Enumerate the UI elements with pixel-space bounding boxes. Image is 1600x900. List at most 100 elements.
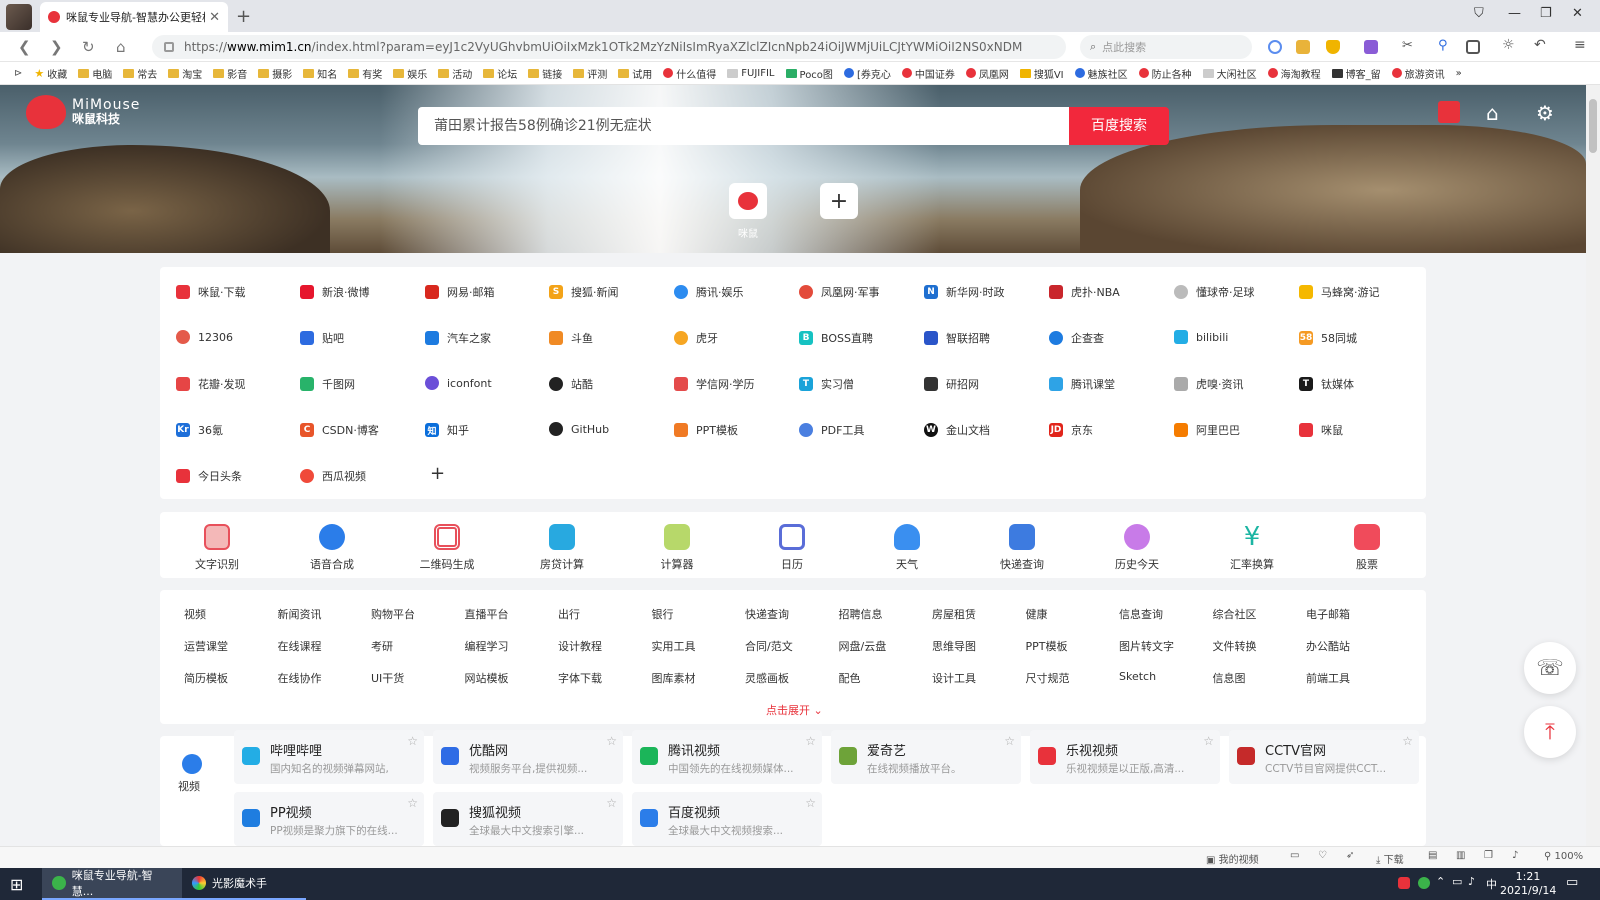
- favorite-star-icon[interactable]: ☆: [606, 734, 617, 748]
- site-link[interactable]: 斗鱼: [549, 330, 593, 346]
- video-site-card[interactable]: PP视频 PP视频是聚力旗下的在线... ☆: [234, 792, 424, 846]
- brightness-icon[interactable]: ☼: [1502, 37, 1516, 53]
- category-link[interactable]: 设计教程: [558, 638, 602, 654]
- category-link[interactable]: 信息查询: [1119, 606, 1163, 622]
- tool-mortgage[interactable]: 房贷计算: [517, 524, 607, 572]
- ime-indicator[interactable]: 中: [1486, 876, 1497, 892]
- bookmark-item[interactable]: 摄影: [258, 66, 292, 81]
- site-link[interactable]: 汽车之家: [425, 330, 491, 346]
- site-link[interactable]: 花瓣·发现: [176, 376, 246, 392]
- close-window-icon[interactable]: ✕: [1572, 6, 1583, 21]
- site-link[interactable]: 千图网: [300, 376, 355, 392]
- bookmark-item[interactable]: 电脑: [78, 66, 112, 81]
- network-icon[interactable]: ▭: [1452, 875, 1462, 888]
- undo-icon[interactable]: ↶: [1534, 37, 1548, 53]
- site-link[interactable]: B BOSS直聘: [799, 330, 873, 346]
- tray-mimouse-icon[interactable]: [1398, 877, 1410, 889]
- category-link[interactable]: 灵感画板: [745, 670, 789, 686]
- menu-icon[interactable]: ≡: [1574, 37, 1588, 53]
- video-site-card[interactable]: 优酷网 视频服务平台,提供视频... ☆: [433, 730, 623, 784]
- tool-calculator[interactable]: 计算器: [632, 524, 722, 572]
- favorite-star-icon[interactable]: ☆: [1004, 734, 1015, 748]
- restore-icon[interactable]: ❐: [1540, 6, 1552, 21]
- tool-weather[interactable]: 天气: [862, 524, 952, 572]
- favorite-star-icon[interactable]: ☆: [1402, 734, 1413, 748]
- video-site-card[interactable]: CCTV官网 CCTV节目官网提供CCT... ☆: [1229, 730, 1419, 784]
- home-icon[interactable]: ⌂: [1486, 101, 1508, 125]
- new-tab-button[interactable]: +: [236, 6, 251, 27]
- site-link[interactable]: 马蜂窝·游记: [1299, 284, 1380, 300]
- status-icon[interactable]: ▥: [1456, 850, 1465, 861]
- category-link[interactable]: Sketch: [1119, 670, 1156, 683]
- video-site-card[interactable]: 腾讯视频 中国领先的在线视频媒体... ☆: [632, 730, 822, 784]
- tool-qrcode[interactable]: 二维码生成: [402, 524, 492, 572]
- status-icon[interactable]: ▭: [1290, 850, 1299, 861]
- expand-categories-button[interactable]: 点击展开 ⌄: [766, 702, 823, 718]
- site-link[interactable]: S 搜狐·新闻: [549, 284, 619, 300]
- bookmark-item[interactable]: 有奖: [348, 66, 382, 81]
- settings-icon[interactable]: ⚙: [1536, 101, 1558, 125]
- add-site-button[interactable]: +: [430, 463, 445, 484]
- extension-icon[interactable]: [1296, 40, 1310, 54]
- bookmark-item[interactable]: 活动: [438, 66, 472, 81]
- site-logo[interactable]: MiMouse 咪鼠科技: [26, 95, 140, 129]
- site-link[interactable]: PDF工具: [799, 422, 864, 438]
- reload-icon[interactable]: ↻: [82, 38, 95, 56]
- taskbar-app-browser[interactable]: 咪鼠专业导航-智慧...: [42, 868, 182, 900]
- site-link[interactable]: 阿里巴巴: [1174, 422, 1240, 438]
- sidebar-toggle-icon[interactable]: ⊳: [14, 68, 22, 79]
- status-icon[interactable]: ❐: [1484, 850, 1493, 861]
- url-field[interactable]: https://www.mim1.cn/index.html?param=eyJ…: [152, 35, 1066, 59]
- site-link[interactable]: 智联招聘: [924, 330, 990, 346]
- category-link[interactable]: 考研: [371, 638, 393, 654]
- heart-icon[interactable]: ♡: [1318, 850, 1327, 861]
- site-link[interactable]: T 实习僧: [799, 376, 854, 392]
- favorite-star-icon[interactable]: ☆: [805, 796, 816, 810]
- site-link[interactable]: 腾讯课堂: [1049, 376, 1115, 392]
- back-to-top-icon[interactable]: ⤒: [1524, 706, 1576, 758]
- favorite-star-icon[interactable]: ☆: [606, 796, 617, 810]
- category-link[interactable]: 设计工具: [932, 670, 976, 686]
- category-link[interactable]: 实用工具: [652, 638, 696, 654]
- tool-stock[interactable]: 股票: [1322, 524, 1412, 572]
- site-link[interactable]: 新浪·微博: [300, 284, 370, 300]
- site-link[interactable]: 研招网: [924, 376, 979, 392]
- site-link[interactable]: bilibili: [1174, 330, 1228, 344]
- category-link[interactable]: 网盘/云盘: [839, 638, 887, 654]
- site-link[interactable]: N 新华网·时政: [924, 284, 1005, 300]
- bookmark-item[interactable]: 评测: [573, 66, 607, 81]
- tray-expand-icon[interactable]: ⌃: [1436, 875, 1445, 888]
- category-link[interactable]: 办公酷站: [1306, 638, 1350, 654]
- site-link[interactable]: 知知乎: [425, 422, 469, 438]
- tool-exchange[interactable]: ¥ 汇率换算: [1207, 524, 1297, 572]
- site-link[interactable]: T 钛媒体: [1299, 376, 1354, 392]
- add-shortcut-button[interactable]: +: [820, 183, 858, 219]
- bookmark-item[interactable]: 魅族社区: [1074, 66, 1128, 81]
- favorite-star-icon[interactable]: ☆: [407, 734, 418, 748]
- bookmark-item[interactable]: 凤凰网: [965, 66, 1009, 81]
- tool-ocr[interactable]: 文字识别: [172, 524, 262, 572]
- category-link[interactable]: 新闻资讯: [278, 606, 322, 622]
- clock[interactable]: 1:21 2021/9/14: [1500, 870, 1556, 898]
- bookmark-item[interactable]: 大闲社区: [1202, 66, 1257, 81]
- home-icon[interactable]: ⌂: [116, 38, 126, 56]
- category-link[interactable]: 信息图: [1213, 670, 1246, 686]
- category-link[interactable]: 前端工具: [1306, 670, 1350, 686]
- category-link[interactable]: PPT模板: [1026, 638, 1068, 654]
- baidu-search-button[interactable]: 百度搜索: [1069, 107, 1169, 145]
- bookmark-item[interactable]: ★ 收藏: [34, 66, 67, 81]
- site-link[interactable]: 虎嗅·资讯: [1174, 376, 1244, 392]
- category-link[interactable]: 房屋租赁: [932, 606, 976, 622]
- category-link[interactable]: 电子邮箱: [1306, 606, 1350, 622]
- site-link[interactable]: iconfont: [425, 376, 492, 390]
- tool-express[interactable]: 快递查询: [977, 524, 1067, 572]
- category-link[interactable]: 银行: [652, 606, 674, 622]
- site-link[interactable]: 虎牙: [674, 330, 718, 346]
- category-link[interactable]: 图片转文字: [1119, 638, 1174, 654]
- apps-icon[interactable]: [1466, 40, 1480, 54]
- grid-extension-icon[interactable]: [1364, 40, 1378, 54]
- volume-icon[interactable]: ♪: [1468, 875, 1475, 888]
- page-scrollbar[interactable]: [1586, 85, 1600, 846]
- tool-calendar[interactable]: 日历: [747, 524, 837, 572]
- download-button[interactable]: ⤓ 下载: [1376, 851, 1404, 866]
